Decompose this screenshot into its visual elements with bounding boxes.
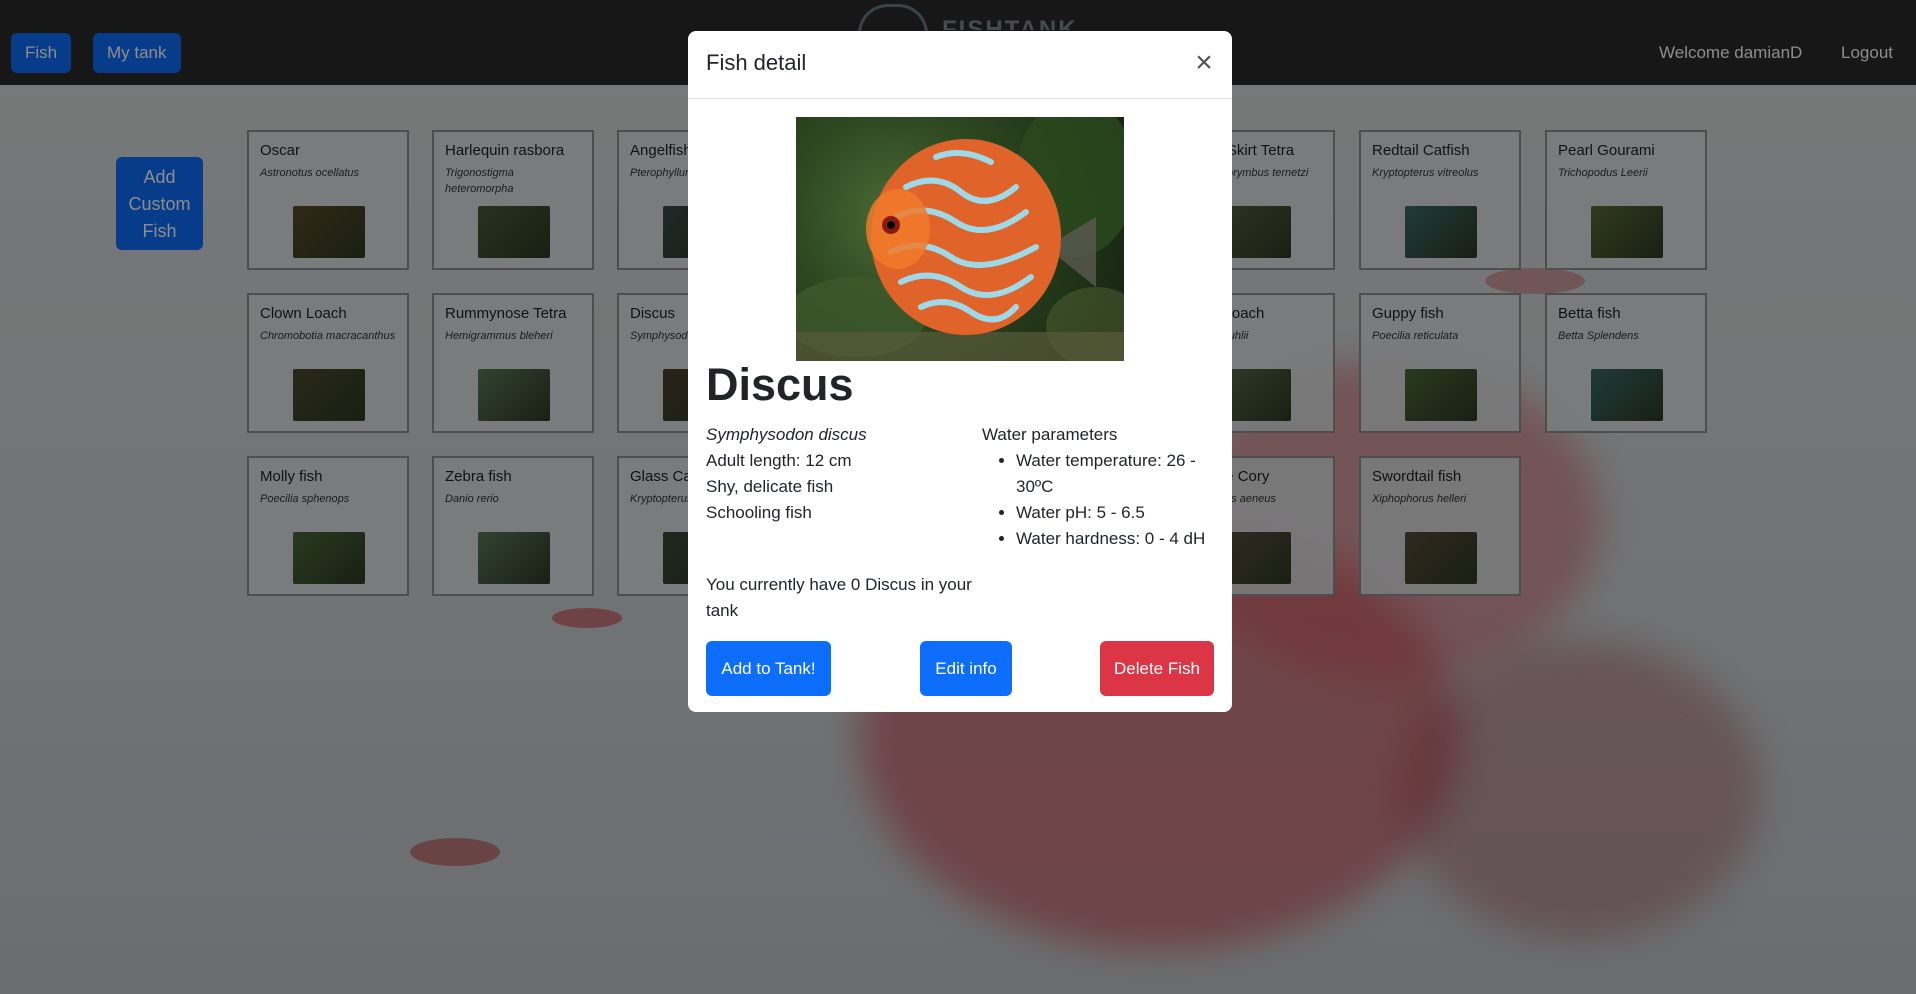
fish-schooling: Schooling fish <box>706 503 812 522</box>
modal-title: Fish detail <box>706 50 807 75</box>
water-ph: Water pH: 5 - 6.5 <box>1016 500 1220 526</box>
fish-detail-modal: Fish detail × Discus Symphysodon discus … <box>688 31 1232 712</box>
modal-header: Fish detail × <box>688 31 1232 99</box>
tank-count-text: You currently have 0 Discus in your tank <box>706 575 972 620</box>
water-temperature: Water temperature: 26 - 30ºC <box>1016 448 1220 500</box>
delete-fish-button[interactable]: Delete Fish <box>1100 641 1214 696</box>
water-hardness: Water hardness: 0 - 4 dH <box>1016 526 1220 552</box>
fish-adult-length: Adult length: 12 cm <box>706 451 852 470</box>
fish-temperament: Shy, delicate fish <box>706 477 834 496</box>
add-to-tank-button[interactable]: Add to Tank! <box>706 641 831 696</box>
fish-photo <box>796 117 1124 361</box>
water-parameters-heading: Water parameters <box>982 425 1118 444</box>
fish-info: Symphysodon discus Adult length: 12 cm S… <box>706 422 976 526</box>
water-parameters: Water parameters Water temperature: 26 -… <box>982 422 1220 552</box>
fish-name-heading: Discus <box>706 359 854 410</box>
close-icon[interactable]: × <box>1192 48 1216 78</box>
edit-info-button[interactable]: Edit info <box>920 641 1012 696</box>
discus-fish-image <box>796 117 1124 361</box>
fish-scientific-name: Symphysodon discus <box>706 425 867 444</box>
water-parameters-list: Water temperature: 26 - 30ºC Water pH: 5… <box>982 448 1220 552</box>
